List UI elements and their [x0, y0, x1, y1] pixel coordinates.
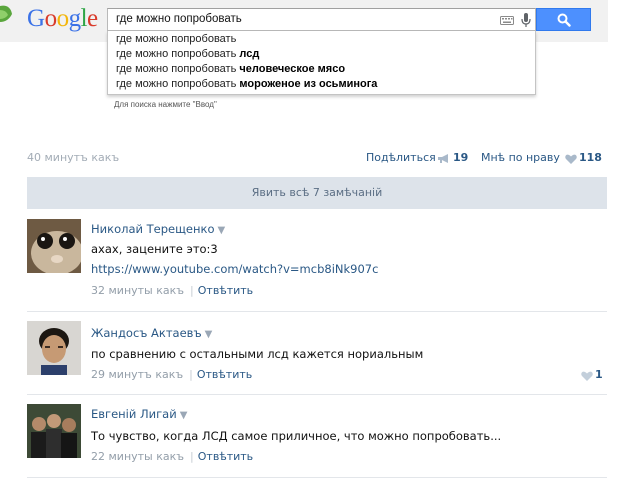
- comment-date[interactable]: 22 минуты какъ: [91, 450, 184, 463]
- suggestions-dropdown: где можно попробовать где можно попробов…: [107, 31, 536, 95]
- suggestion-item[interactable]: где можно попробовать мороженое из осьми…: [116, 78, 377, 90]
- logo-letter: G: [27, 5, 45, 32]
- comment: Евгеній Лигай ▼ То чувство, когда ЛСД сам…: [27, 404, 607, 470]
- share-button[interactable]: Подѣлиться: [366, 151, 436, 164]
- keyboard-icon[interactable]: [500, 16, 514, 25]
- reply-button[interactable]: Отвѣтить: [198, 284, 253, 297]
- microphone-icon[interactable]: [521, 13, 531, 28]
- heart-icon[interactable]: [581, 371, 593, 381]
- comment-text: по сравнению с остальными лсд кажется но…: [91, 347, 424, 361]
- logo-letter: e: [87, 5, 98, 32]
- search-icon: [557, 13, 571, 27]
- comment-author[interactable]: Евгеній Лигай ▼: [91, 407, 187, 421]
- search-input[interactable]: где можно попробовать: [107, 8, 536, 31]
- enter-hint: Для поиска нажмите "Ввод": [114, 100, 217, 109]
- search-button[interactable]: [536, 8, 591, 31]
- show-all-label: Явить всѣ 7 замѣчаній: [251, 186, 383, 199]
- logo-letter: o: [56, 5, 70, 32]
- comment: Жандосъ Актаевъ ▼ по сравнению с остальны…: [27, 321, 607, 387]
- google-logo[interactable]: Google: [27, 5, 98, 33]
- divider: [27, 477, 607, 478]
- heart-icon[interactable]: [565, 154, 577, 164]
- comment-link[interactable]: https://www.youtube.com/watch?v=mcb8iNk9…: [91, 262, 378, 276]
- logo-letter: g: [68, 5, 82, 32]
- avatar[interactable]: [27, 404, 81, 458]
- comment-date[interactable]: 32 минуты какъ: [91, 284, 184, 297]
- suggestion-item[interactable]: где можно попробовать: [116, 33, 236, 45]
- logo-letter: o: [44, 5, 58, 32]
- suggestion-item[interactable]: где можно попробовать человеческое мясо: [116, 63, 345, 75]
- like-button[interactable]: Мнѣ по нраву: [481, 151, 560, 164]
- search-query[interactable]: где можно попробовать: [116, 13, 242, 25]
- like-count[interactable]: 118: [579, 151, 602, 164]
- comment-like-count[interactable]: 1: [595, 368, 603, 381]
- avatar[interactable]: [27, 219, 81, 273]
- comment: Николай Терещенко ▼ ахах, заценитe это:3 …: [27, 219, 607, 303]
- post-time[interactable]: 40 минутъ какъ: [27, 151, 119, 164]
- separator: |: [189, 368, 193, 381]
- separator: |: [190, 450, 194, 463]
- comment-text: ахах, заценитe это:3: [91, 242, 218, 256]
- caret-down-icon[interactable]: ▼: [205, 329, 213, 340]
- caret-down-icon[interactable]: ▼: [180, 410, 188, 421]
- comment-author[interactable]: Николай Терещенко ▼: [91, 222, 225, 236]
- show-all-comments-button[interactable]: Явить всѣ 7 замѣчаній: [27, 177, 607, 209]
- reply-button[interactable]: Отвѣтить: [197, 368, 252, 381]
- caret-down-icon[interactable]: ▼: [218, 225, 226, 236]
- comment-date[interactable]: 29 минутъ какъ: [91, 368, 183, 381]
- reply-button[interactable]: Отвѣтить: [198, 450, 253, 463]
- share-count[interactable]: 19: [453, 151, 468, 164]
- divider: [27, 394, 607, 395]
- separator: |: [190, 284, 194, 297]
- comment-meta: 22 минуты какъ | Отвѣтить: [91, 450, 253, 463]
- comment-meta: 29 минутъ какъ | Отвѣтить: [91, 368, 252, 381]
- suggestion-item[interactable]: где можно попробовать лсд: [116, 48, 259, 60]
- megaphone-icon[interactable]: [437, 153, 451, 164]
- comment-meta: 32 минуты какъ | Отвѣтить: [91, 284, 253, 297]
- avatar[interactable]: [27, 321, 81, 375]
- comment-author[interactable]: Жандосъ Актаевъ ▼: [91, 326, 212, 340]
- divider: [27, 311, 607, 312]
- comment-text: То чувство, когда ЛСД самое приличное, ч…: [91, 429, 502, 443]
- leaf-icon: [0, 5, 12, 22]
